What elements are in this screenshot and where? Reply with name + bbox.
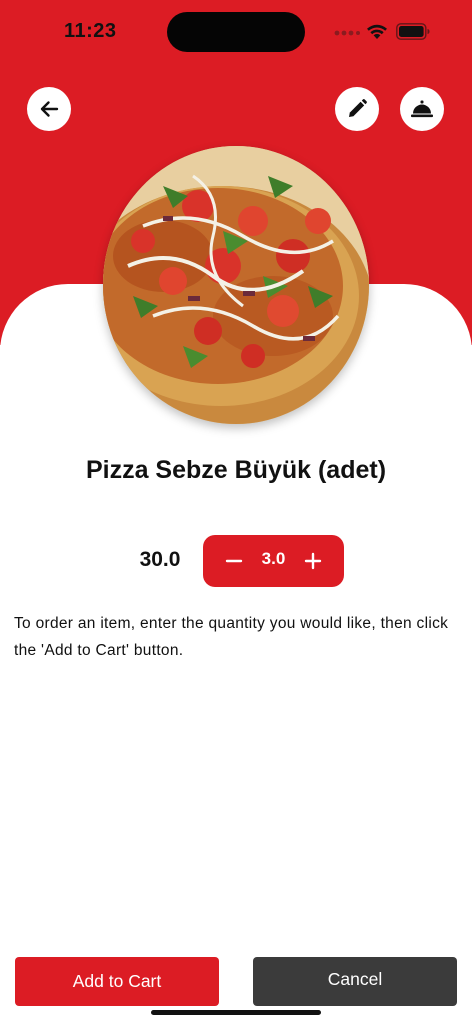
service-button[interactable] [400,87,444,131]
dynamic-island [167,12,305,52]
add-to-cart-button[interactable]: Add to Cart [15,957,219,1006]
pizza-image [103,146,369,424]
home-indicator [151,1010,321,1015]
plus-icon [304,552,322,570]
cancel-button[interactable]: Cancel [253,957,457,1006]
increase-quantity-button[interactable] [290,535,336,587]
edit-button[interactable] [335,87,379,131]
service-bell-icon [411,100,433,118]
product-price: 30.0 [139,548,181,571]
product-title: Pizza Sebze Büyük (adet) [85,456,387,484]
pencil-icon [349,99,367,117]
cellular-signal-icon [334,30,360,36]
minus-icon [225,559,243,563]
order-instructions: To order an item, enter the quantity you… [14,615,449,659]
quantity-stepper: 3.0 [203,535,344,587]
status-bar: 11:23 [0,0,472,62]
arrow-left-icon [40,101,59,117]
wifi-icon [367,24,387,39]
status-time: 11:23 [64,20,117,42]
product-image [103,146,369,424]
back-button[interactable] [27,87,71,131]
product-detail-screen: 11:23 Pizza Sebze Büyük (adet) 30.0 3.0 … [0,0,472,1024]
battery-icon [396,23,430,40]
